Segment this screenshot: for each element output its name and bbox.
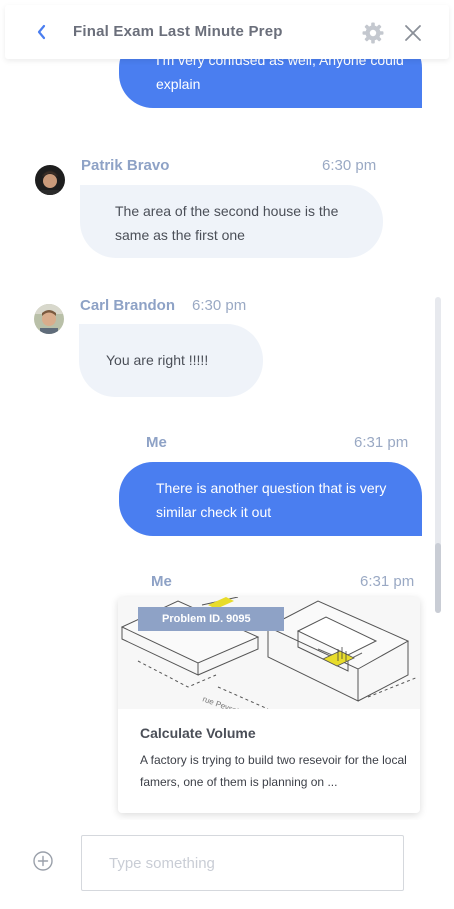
problem-id-badge: Problem ID. 9095 bbox=[138, 607, 284, 631]
message-time: 6:31 pm bbox=[360, 573, 415, 590]
card-title: Calculate Volume bbox=[140, 725, 256, 741]
card-description: A factory is trying to build two resevoi… bbox=[140, 753, 407, 789]
chat-scrollbar[interactable] bbox=[435, 297, 441, 613]
sender-name: Me bbox=[151, 573, 172, 590]
message-time: 6:31 pm bbox=[354, 434, 409, 451]
back-button[interactable] bbox=[31, 21, 53, 43]
chat-thread[interactable]: I'm very confused as well, Anyone could … bbox=[0, 0, 454, 820]
chat-header: Final Exam Last Minute Prep bbox=[5, 5, 449, 59]
avatar-patrik-bravo[interactable] bbox=[35, 165, 65, 195]
chevron-left-icon bbox=[37, 24, 46, 40]
message-bubble-incoming: The area of the second house is the same… bbox=[80, 185, 383, 258]
chat-title: Final Exam Last Minute Prep bbox=[73, 23, 283, 40]
message-time: 6:30 pm bbox=[192, 297, 247, 314]
message-input[interactable] bbox=[81, 835, 404, 891]
message-text: You are right !!!!! bbox=[106, 352, 209, 368]
message-bubble-outgoing: There is another question that is very s… bbox=[119, 462, 422, 536]
plus-circle-icon bbox=[33, 851, 53, 871]
sender-name: Patrik Bravo bbox=[81, 157, 170, 174]
close-button[interactable] bbox=[402, 22, 424, 44]
scrollbar-thumb[interactable] bbox=[435, 543, 441, 613]
close-icon bbox=[405, 25, 421, 41]
message-text: The area of the second house is the same… bbox=[115, 203, 339, 243]
sender-name: Carl Brandon bbox=[80, 297, 176, 314]
avatar-carl-brandon[interactable] bbox=[34, 304, 64, 334]
message-text: There is another question that is very s… bbox=[156, 480, 387, 520]
add-attachment-button[interactable] bbox=[32, 850, 54, 872]
sender-name: Me bbox=[146, 434, 167, 451]
message-composer bbox=[0, 820, 454, 909]
message-bubble-incoming: You are right !!!!! bbox=[79, 324, 263, 397]
problem-illustration: rue Peyssi Problem ID. 9095 bbox=[118, 597, 420, 716]
gear-icon bbox=[362, 22, 384, 44]
problem-card[interactable]: rue Peyssi Problem ID. 9095 Calculate Vo… bbox=[118, 597, 420, 813]
settings-button[interactable] bbox=[361, 21, 385, 45]
message-time: 6:30 pm bbox=[322, 157, 377, 174]
